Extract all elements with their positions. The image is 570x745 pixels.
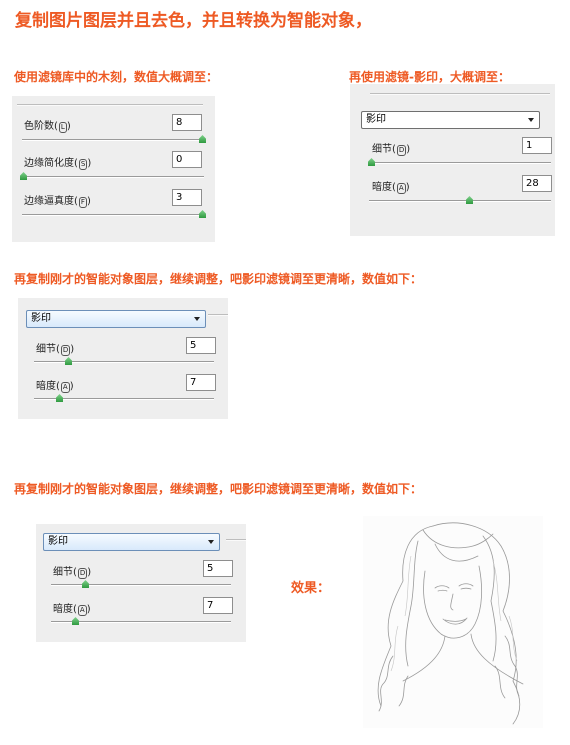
chevron-down-icon (194, 317, 200, 321)
levels-input[interactable]: 8 (172, 114, 202, 131)
photocopy-panel-1: 影印 细节(D) 1 暗度(A) 28 (350, 84, 555, 236)
edge-fidelity-input[interactable]: 3 (172, 189, 202, 206)
darkness-input[interactable]: 28 (522, 175, 552, 192)
chevron-down-icon (528, 118, 534, 122)
detail-input[interactable]: 5 (186, 337, 216, 354)
section4-caption: 再复制刚才的智能对象图层，继续调整，吧影印滤镜调至更清晰，数值如下： (14, 482, 423, 496)
levels-slider-thumb[interactable] (199, 135, 206, 143)
filter-select-value: 影印 (366, 114, 386, 125)
panel-divider (226, 539, 246, 541)
result-label: 效果： (291, 581, 331, 596)
detail-input[interactable]: 5 (203, 560, 233, 577)
edge-fidelity-slider-track[interactable] (22, 214, 204, 216)
chevron-down-icon (208, 540, 214, 544)
detail-slider-track[interactable] (51, 584, 231, 586)
edge-simplicity-slider-thumb[interactable] (20, 172, 27, 180)
photocopy-panel-3: 影印 细节(D) 5 暗度(A) 7 (36, 524, 246, 642)
panel-divider (208, 314, 228, 316)
detail-label: 细节(D) (53, 567, 92, 579)
photocopy-panel-2: 影印 细节(D) 5 暗度(A) 7 (18, 298, 228, 419)
detail-input[interactable]: 1 (522, 137, 552, 154)
detail-slider-track[interactable] (369, 162, 551, 164)
darkness-slider-thumb[interactable] (56, 394, 63, 402)
detail-slider-track[interactable] (34, 361, 214, 363)
section1-caption: 使用滤镜库中的木刻，数值大概调至： (14, 70, 219, 84)
levels-label: 色阶数(L) (24, 121, 71, 133)
edge-simplicity-label: 边缘简化度(S) (24, 158, 92, 170)
detail-slider-thumb[interactable] (368, 158, 375, 166)
panel-divider (370, 93, 550, 95)
page-heading: 复制图片图层并且去色，并且转换为智能对象， (15, 11, 372, 31)
filter-select[interactable]: 影印 (43, 533, 220, 551)
detail-slider-thumb[interactable] (82, 580, 89, 588)
detail-slider-thumb[interactable] (65, 357, 72, 365)
section2-caption: 再使用滤镜-影印，大概调至： (349, 70, 510, 84)
darkness-label: 暗度(A) (372, 182, 410, 194)
darkness-label: 暗度(A) (53, 604, 91, 616)
darkness-slider-thumb[interactable] (72, 617, 79, 625)
sketch-result-image (363, 516, 543, 728)
filter-select-value: 影印 (48, 536, 68, 547)
detail-label: 细节(D) (36, 344, 75, 356)
darkness-slider-track[interactable] (369, 200, 551, 202)
darkness-slider-thumb[interactable] (466, 196, 473, 204)
panel-divider (17, 104, 203, 106)
detail-label: 细节(D) (372, 144, 411, 156)
edge-simplicity-input[interactable]: 0 (172, 151, 202, 168)
darkness-label: 暗度(A) (36, 381, 74, 393)
levels-slider-track[interactable] (22, 139, 204, 141)
edge-fidelity-slider-thumb[interactable] (199, 210, 206, 218)
darkness-input[interactable]: 7 (203, 597, 233, 614)
woodcut-panel: 色阶数(L) 8 边缘简化度(S) 0 边缘逼真度(F) 3 (12, 96, 215, 242)
edge-simplicity-slider-track[interactable] (22, 176, 204, 178)
darkness-input[interactable]: 7 (186, 374, 216, 391)
filter-select-value: 影印 (31, 313, 51, 324)
filter-select[interactable]: 影印 (361, 111, 540, 129)
sketch-portrait-graphic (377, 522, 524, 725)
section3-caption: 再复制刚才的智能对象图层，继续调整，吧影印滤镜调至更清晰，数值如下： (14, 272, 423, 286)
filter-select[interactable]: 影印 (26, 310, 206, 328)
edge-fidelity-label: 边缘逼真度(F) (24, 196, 91, 208)
